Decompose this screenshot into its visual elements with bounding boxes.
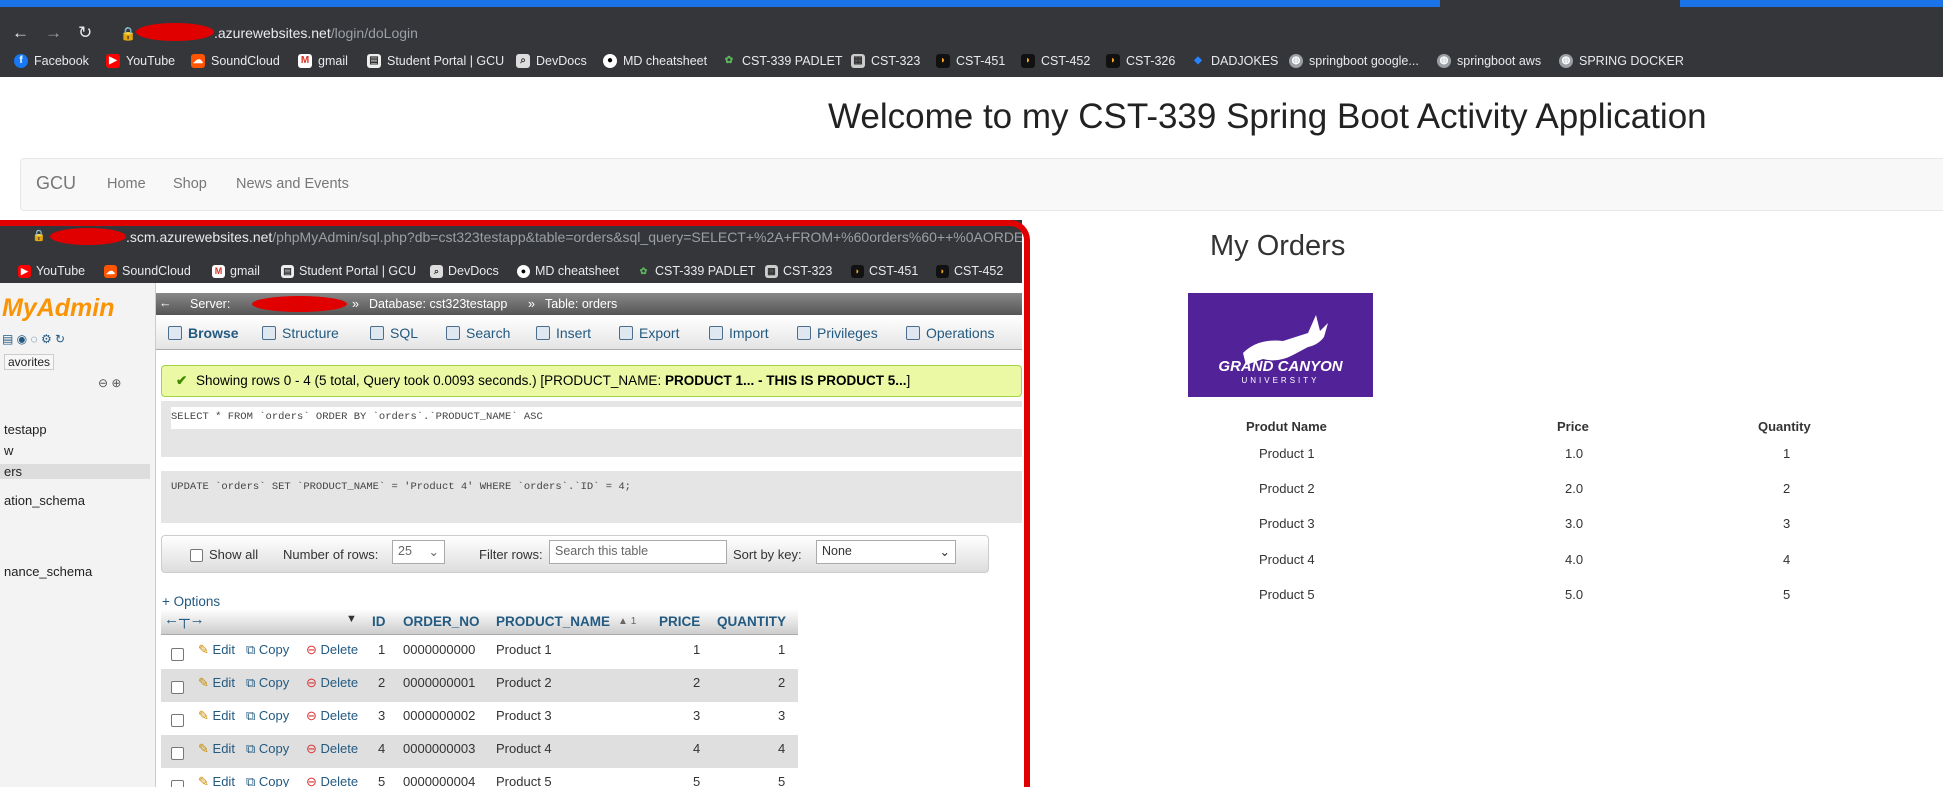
canvas-icon: ◗ <box>1106 54 1120 68</box>
nav-shop-link[interactable]: Shop <box>173 176 207 192</box>
github-icon: ● <box>603 54 617 68</box>
order-cell: Product 2 <box>1259 481 1315 496</box>
globe-icon: ◍ <box>1559 54 1573 68</box>
order-cell: Product 1 <box>1259 446 1315 461</box>
bookmark-label: CST-323 <box>871 54 921 68</box>
order-cell: 5.0 <box>1565 587 1584 602</box>
order-cell: Product 5 <box>1259 587 1315 602</box>
order-cell: 5 <box>1783 587 1791 602</box>
bookmark-devdocs[interactable]: ⌕ DevDocs <box>516 50 587 72</box>
order-cell: 2.0 <box>1565 481 1584 496</box>
orders-heading: My Orders <box>1210 230 1346 262</box>
bookmark-label: springboot aws <box>1457 54 1542 68</box>
nav-home-link[interactable]: Home <box>107 176 146 192</box>
bookmark-label: YouTube <box>126 54 176 68</box>
browser-tabs-right[interactable] <box>1680 0 1943 7</box>
bookmark-label: DevDocs <box>536 54 587 68</box>
bookmark-facebook[interactable]: f Facebook <box>14 50 89 72</box>
logo-line1: GRAND CANYON <box>1218 358 1343 375</box>
orders-header-name: Produt Name <box>1246 419 1327 434</box>
grid-icon: ▦ <box>851 54 865 68</box>
bookmark-label: DADJOKES <box>1211 54 1279 68</box>
browser-tabs[interactable] <box>0 0 1440 7</box>
bookmark-springboot-aws[interactable]: ◍ springboot aws <box>1437 50 1541 72</box>
globe-icon: ◍ <box>1289 54 1303 68</box>
redaction-mark <box>136 23 214 41</box>
order-cell: 3.0 <box>1565 516 1584 531</box>
youtube-icon: ▶ <box>106 54 120 68</box>
bookmark-student-portal[interactable]: ▤ Student Portal | GCU <box>367 50 504 72</box>
bookmark-label: CST-326 <box>1126 54 1176 68</box>
order-cell: 2 <box>1783 481 1791 496</box>
bookmark-soundcloud[interactable]: ☁ SoundCloud <box>191 50 280 72</box>
back-icon[interactable]: ← <box>12 22 29 44</box>
address-bar[interactable]: ← → ↻ 🔒 .azurewebsites.net/login/doLogin <box>0 7 1943 47</box>
bookmark-cst451[interactable]: ◗ CST-451 <box>936 50 1005 72</box>
order-cell: 1.0 <box>1565 446 1584 461</box>
bookmark-cst323[interactable]: ▦ CST-323 <box>851 50 920 72</box>
bookmark-label: springboot google... <box>1309 54 1419 68</box>
padlet-icon: ✿ <box>724 55 734 66</box>
nav-news-events-link[interactable]: News and Events <box>236 176 349 192</box>
bookmark-cst339-padlet[interactable]: ✿ CST-339 PADLET <box>722 50 843 72</box>
canvas-icon: ◗ <box>936 54 950 68</box>
order-cell: 1 <box>1783 446 1791 461</box>
bookmark-cst452[interactable]: ◗ CST-452 <box>1021 50 1090 72</box>
orders-header-price: Price <box>1557 419 1589 434</box>
orders-header-quantity: Quantity <box>1758 419 1811 434</box>
order-cell: 3 <box>1783 516 1791 531</box>
jira-icon: ◆ <box>1194 55 1202 66</box>
bookmark-md-cheatsheet[interactable]: ● MD cheatsheet <box>603 50 707 72</box>
red-annotation-outline <box>0 220 1030 787</box>
order-cell: 4 <box>1783 552 1791 567</box>
logo-line2: UNIVERSITY <box>1241 376 1320 385</box>
globe-icon: ◍ <box>1437 54 1451 68</box>
document-icon: ▤ <box>367 54 381 68</box>
page-title: Welcome to my CST-339 Spring Boot Activi… <box>828 97 1707 136</box>
facebook-icon: f <box>14 54 28 68</box>
order-cell: Product 4 <box>1259 552 1315 567</box>
devdocs-icon: ⌕ <box>516 54 530 68</box>
bookmark-dadjokes[interactable]: ◆ DADJOKES <box>1191 50 1278 72</box>
url-text[interactable]: .azurewebsites.net/login/doLogin <box>214 25 418 41</box>
bookmark-label: CST-452 <box>1041 54 1091 68</box>
browser-tab-strip <box>0 0 1943 7</box>
bookmark-label: Facebook <box>34 54 89 68</box>
bookmark-label: CST-339 PADLET <box>742 54 843 68</box>
bookmark-springboot-google[interactable]: ◍ springboot google... <box>1289 50 1419 72</box>
canvas-icon: ◗ <box>1021 54 1035 68</box>
bookmark-label: SoundCloud <box>211 54 280 68</box>
url-host: .azurewebsites.net <box>214 25 331 41</box>
gcu-logo: GRAND CANYON UNIVERSITY <box>1188 293 1373 397</box>
url-path: /login/doLogin <box>330 25 418 41</box>
order-cell: Product 3 <box>1259 516 1315 531</box>
forward-icon[interactable]: → <box>45 22 62 44</box>
bookmark-cst326[interactable]: ◗ CST-326 <box>1106 50 1175 72</box>
bookmark-spring-docker[interactable]: ◍ SPRING DOCKER <box>1559 50 1684 72</box>
bookmark-label: gmail <box>318 54 348 68</box>
soundcloud-icon: ☁ <box>191 54 205 68</box>
bookmark-gmail[interactable]: Mgmail <box>298 50 348 72</box>
bookmark-youtube[interactable]: ▶ YouTube <box>106 50 175 72</box>
bookmark-label: Student Portal | GCU <box>387 54 505 68</box>
lock-icon: 🔒 <box>120 26 137 41</box>
navbar-brand[interactable]: GCU <box>36 173 76 194</box>
gmail-icon: M <box>298 54 312 68</box>
bookmark-label: MD cheatsheet <box>623 54 708 68</box>
reload-icon[interactable]: ↻ <box>78 22 92 44</box>
order-cell: 4.0 <box>1565 552 1584 567</box>
bookmark-label: CST-451 <box>956 54 1006 68</box>
bookmark-label: SPRING DOCKER <box>1579 54 1684 68</box>
